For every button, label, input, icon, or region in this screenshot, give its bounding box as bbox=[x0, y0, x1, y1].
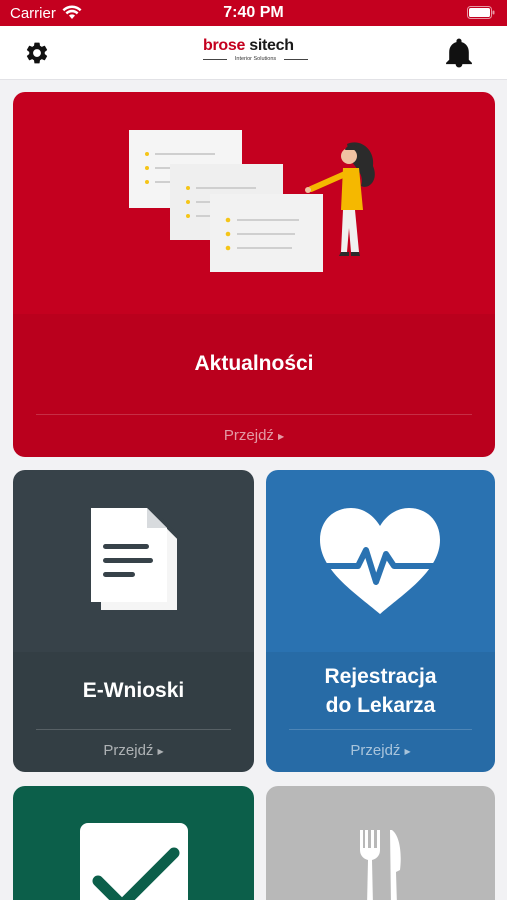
arrow-right-icon: ▶ bbox=[404, 746, 411, 756]
tile-e-forms-link[interactable]: Przejdź ▶ bbox=[13, 742, 254, 759]
tile-doctor-title: Rejestracja do Lekarza bbox=[324, 665, 437, 717]
checkmark-icon bbox=[80, 823, 188, 900]
arrow-right-icon: ▶ bbox=[277, 431, 285, 441]
logo-tagline: Interior Solutions bbox=[203, 55, 308, 63]
bell-icon[interactable] bbox=[445, 38, 473, 68]
clock: 7:40 PM bbox=[223, 4, 284, 21]
tile-doctor-link[interactable]: Przejdź ▶ bbox=[266, 742, 495, 759]
document-icon bbox=[91, 508, 181, 614]
brand-logo: brose sitech Interior Solutions bbox=[203, 38, 308, 64]
news-illustration bbox=[129, 130, 375, 272]
divider bbox=[36, 729, 231, 730]
gear-icon[interactable] bbox=[24, 40, 50, 66]
divider bbox=[36, 414, 472, 415]
tile-doctor-registration[interactable]: Rejestracja do Lekarza Przejdź ▶ bbox=[266, 470, 495, 772]
tile-news-title: Aktualności bbox=[194, 352, 314, 375]
heart-pulse-icon bbox=[318, 508, 442, 614]
logo-wordmark: brose sitech bbox=[203, 37, 294, 54]
tile-e-forms-title: E-Wnioski bbox=[82, 679, 185, 702]
tile-e-forms[interactable]: E-Wnioski Przejdź ▶ bbox=[13, 470, 254, 772]
tile-news[interactable]: Aktualności Przejdź ▶ bbox=[13, 92, 495, 457]
nav-bar: brose sitech Interior Solutions bbox=[0, 26, 507, 80]
tile-tasks[interactable] bbox=[13, 786, 254, 900]
fork-knife-icon bbox=[360, 830, 401, 900]
tile-news-link[interactable]: Przejdź ▶ bbox=[13, 427, 495, 444]
arrow-right-icon: ▶ bbox=[157, 746, 164, 756]
battery-icon bbox=[467, 6, 495, 19]
tile-canteen[interactable] bbox=[266, 786, 495, 900]
status-bar: Carrier 7:40 PM bbox=[0, 0, 507, 26]
divider bbox=[289, 729, 472, 730]
